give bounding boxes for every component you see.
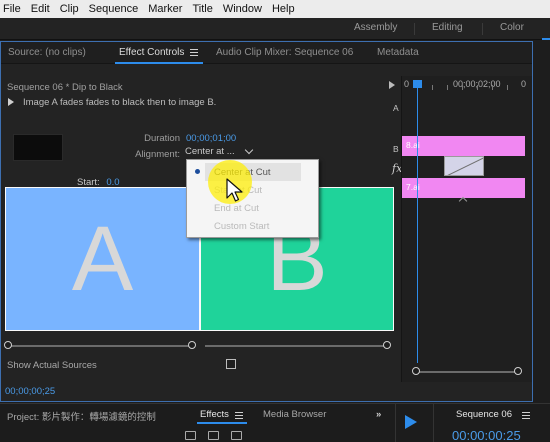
transition-thumbnail <box>13 134 63 161</box>
tab-audio-clip-mixer[interactable]: Audio Clip Mixer: Sequence 06 <box>216 47 353 58</box>
panel-divider <box>433 404 434 442</box>
panel-tab-bar: Source: (no clips) Effect Controls Audio… <box>1 42 532 64</box>
play-icon[interactable] <box>8 98 14 106</box>
selected-bullet-icon <box>195 169 200 174</box>
track-a-label: A <box>393 103 399 113</box>
alignment-menu: Center at Cut Start at Cut End at Cut Cu… <box>186 159 319 238</box>
sequence-transition-label: Sequence 06 * Dip to Black <box>7 82 123 93</box>
timeline-zoom-track <box>418 371 516 373</box>
end-slider-handle[interactable] <box>383 341 391 349</box>
alignment-dropdown[interactable]: Center at ... <box>185 146 235 160</box>
alignment-label: Alignment: <box>135 149 180 160</box>
workspace-divider <box>482 23 483 35</box>
ruler-tick <box>492 85 493 90</box>
new-preset-bin-icon[interactable] <box>208 431 219 440</box>
menu-bar: File Edit Clip Sequence Marker Title Win… <box>0 0 550 18</box>
end-slider-track <box>205 345 385 347</box>
ruler-tick <box>432 85 433 90</box>
play-transition-icon[interactable] <box>389 81 395 89</box>
show-actual-sources-checkbox[interactable] <box>226 359 236 369</box>
workspace-editing[interactable]: Editing <box>432 22 463 33</box>
chevron-down-icon[interactable] <box>244 145 254 155</box>
tab-sequence[interactable]: Sequence 06 <box>456 409 512 420</box>
workspace-color[interactable]: Color <box>500 22 524 33</box>
clip-b[interactable]: 7.ai <box>402 178 525 198</box>
menu-title[interactable]: Title <box>187 0 217 18</box>
ruler-end-label: 0 <box>521 79 527 89</box>
effect-controls-timecode[interactable]: 00;00;00;25 <box>5 386 55 397</box>
ruler-tick <box>447 85 448 90</box>
timeline-zoom-end-handle[interactable] <box>514 367 522 375</box>
start-slider-track <box>9 345 191 347</box>
transition-description: Image A fades fades to black then to ima… <box>23 97 217 108</box>
ruler-start-label: 0 <box>404 79 410 89</box>
ruler-tick <box>477 85 478 90</box>
more-panels-icon[interactable]: » <box>376 409 381 420</box>
panel-divider <box>395 404 396 442</box>
menu-option-end-at-cut[interactable]: End at Cut <box>214 203 259 214</box>
tab-source[interactable]: Source: (no clips) <box>8 47 86 58</box>
workspace-bar: Assembly Editing Color <box>0 18 550 40</box>
duration-value[interactable]: 00;00;01;00 <box>186 133 236 144</box>
active-tab-indicator <box>197 422 247 424</box>
preview-image-a: A <box>6 188 199 330</box>
center-marker-icon <box>458 196 468 206</box>
timeline-zoom-start-handle[interactable] <box>412 367 420 375</box>
new-bin-icon[interactable] <box>185 431 196 440</box>
show-actual-sources-label: Show Actual Sources <box>7 360 97 371</box>
panel-menu-icon[interactable] <box>190 49 198 56</box>
tab-effects[interactable]: Effects <box>200 409 229 420</box>
clip-a[interactable]: 8.ai <box>402 136 525 156</box>
transition-block[interactable] <box>444 156 484 176</box>
sequence-timecode[interactable]: 00:00:00:25 <box>452 428 521 442</box>
menu-help[interactable]: Help <box>267 0 300 18</box>
ruler-tick <box>507 85 508 90</box>
play-icon[interactable] <box>405 415 417 429</box>
sequence-menu-icon[interactable] <box>522 412 530 419</box>
start-slider-handle[interactable] <box>4 341 12 349</box>
active-tab-indicator <box>115 62 203 64</box>
menu-window[interactable]: Window <box>218 0 267 18</box>
duration-label: Duration <box>144 133 180 144</box>
menu-marker[interactable]: Marker <box>143 0 187 18</box>
ruler-tick <box>462 85 463 90</box>
mouse-cursor-icon <box>226 178 243 202</box>
menu-sequence[interactable]: Sequence <box>84 0 144 18</box>
track-b-label: B <box>393 144 399 154</box>
mini-timeline: 0 00;00;02;00 0 8.ai 7.ai <box>401 76 532 382</box>
tab-effect-controls[interactable]: Effect Controls <box>119 47 184 58</box>
workspace-active-indicator <box>542 38 550 40</box>
workspace-divider <box>414 23 415 35</box>
tab-project[interactable]: Project: 影片製作：轉場濾鏡的控制 <box>7 409 156 423</box>
menu-clip[interactable]: Clip <box>55 0 84 18</box>
playhead-icon[interactable] <box>413 80 422 88</box>
menu-edit[interactable]: Edit <box>26 0 55 18</box>
start-slider-end-handle[interactable] <box>188 341 196 349</box>
menu-file[interactable]: File <box>0 0 26 18</box>
playhead-line[interactable] <box>417 88 418 363</box>
new-custom-bin-icon[interactable] <box>231 431 242 440</box>
menu-option-custom-start[interactable]: Custom Start <box>214 221 269 232</box>
workspace-assembly[interactable]: Assembly <box>354 22 397 33</box>
tab-metadata[interactable]: Metadata <box>377 47 419 58</box>
preview-letter-a: A <box>71 208 134 310</box>
effects-menu-icon[interactable] <box>235 412 243 419</box>
tab-media-browser[interactable]: Media Browser <box>263 409 326 420</box>
